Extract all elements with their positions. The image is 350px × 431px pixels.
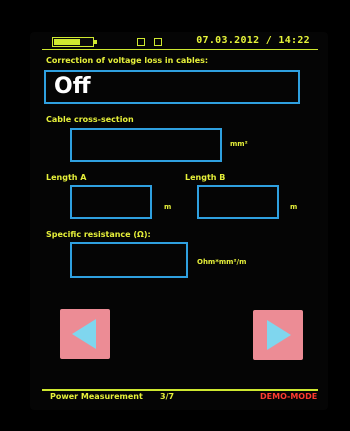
correction-value: Off [54,74,91,99]
resistance-label: Specific resistance (Ω): [46,230,151,239]
length-b-unit: m [290,203,298,211]
status-indicator-icon [154,38,162,46]
status-bar: 07.03.2012 / 14:22 [42,35,318,50]
mode-title: Power Measurement [50,392,143,401]
length-b-label: Length B [185,173,226,182]
page-indicator: 3/7 [160,392,175,401]
resistance-field[interactable] [70,242,188,278]
length-b-field[interactable] [197,185,279,219]
cross-section-label: Cable cross-section [46,115,134,124]
resistance-unit: Ohm*mm²/m [197,258,247,266]
length-a-field[interactable] [70,185,152,219]
next-page-button[interactable] [253,310,303,360]
length-a-unit: m [164,203,172,211]
status-indicator-icon [137,38,145,46]
demo-mode-badge: DEMO-MODE [260,392,318,401]
length-a-label: Length A [46,173,87,182]
footer-bar: Power Measurement 3/7 DEMO-MODE [42,389,318,405]
left-arrow-icon [72,319,96,349]
device-screen: 07.03.2012 / 14:22 Correction of voltage… [30,32,328,410]
battery-terminal [94,40,97,44]
correction-label: Correction of voltage loss in cables: [46,56,209,65]
datetime: 07.03.2012 / 14:22 [196,35,310,46]
previous-page-button[interactable] [60,309,110,359]
correction-field[interactable]: Off [44,70,300,104]
battery-level [54,39,80,45]
cross-section-field[interactable] [70,128,222,162]
right-arrow-icon [267,320,291,350]
cross-section-unit: mm² [230,140,248,148]
device-bezel: 07.03.2012 / 14:22 Correction of voltage… [0,0,350,431]
battery-icon [52,37,97,47]
